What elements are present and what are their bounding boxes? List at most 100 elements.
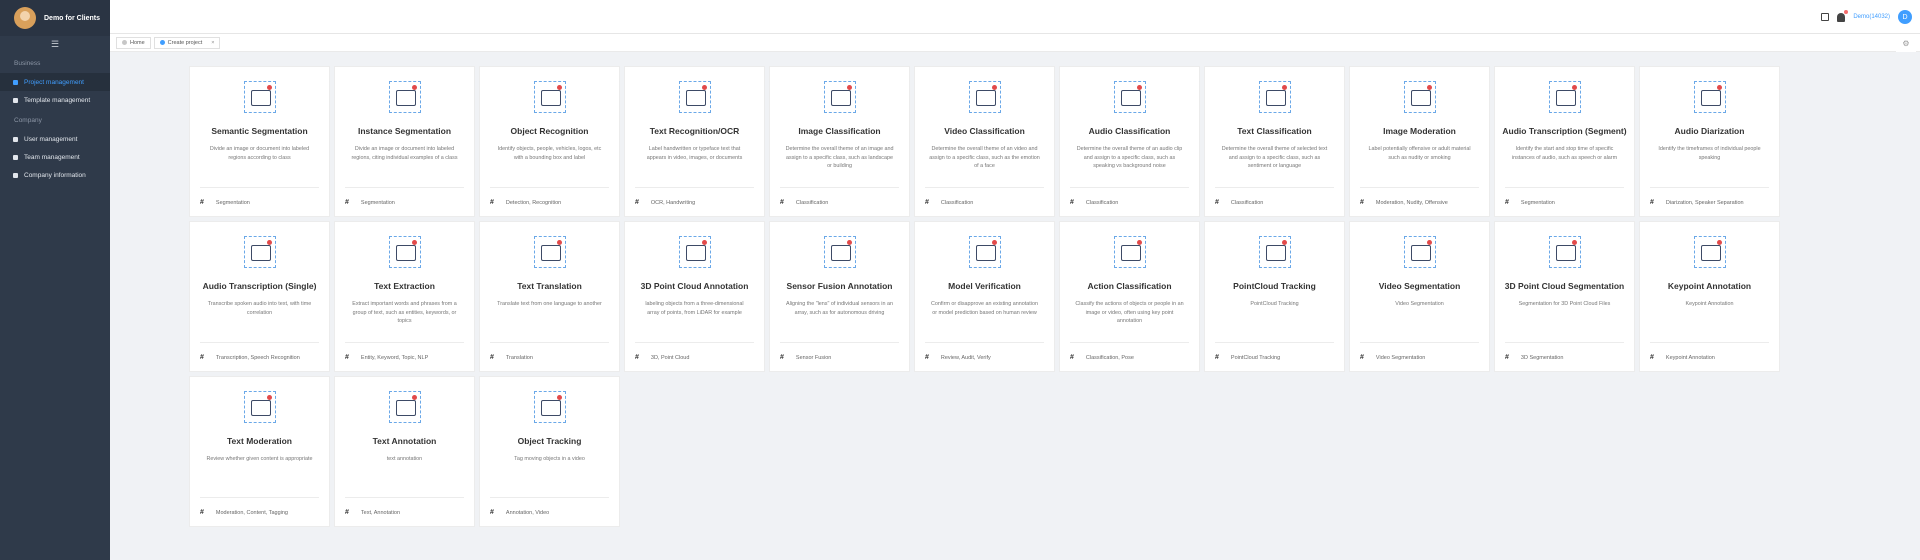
tab-home[interactable]: Home [116,36,151,49]
card-divider [1505,187,1624,188]
tab-label: Create project [167,39,203,46]
icon-glyph [1265,90,1286,106]
template-card[interactable]: Semantic Segmentation Divide an image or … [189,66,330,217]
sidebar-item-user-management[interactable]: User management [0,130,110,148]
icon-accent [1136,85,1142,90]
hash-icon: # [345,354,349,361]
hash-icon: # [1070,199,1074,206]
template-card[interactable]: Action Classification Classify the action… [1059,221,1200,372]
close-icon[interactable]: × [211,40,214,46]
icon-glyph [395,90,416,106]
video-segmentation-icon [1403,236,1436,268]
icon-accent [266,240,272,245]
card-tag: Entity, Keyword, Topic, NLP [360,354,429,361]
template-card[interactable]: Audio Classification Determine the overal… [1059,66,1200,217]
icon-glyph [540,90,561,106]
username-menu[interactable]: Demo(14032) [1853,14,1890,20]
object-recognition-icon [533,81,566,113]
template-card[interactable]: Text Moderation Review whether given cont… [189,376,330,527]
card-tag: Video Segmentation [1375,354,1426,361]
template-card[interactable]: Object Recognition Identify objects, peop… [479,66,620,217]
text-annotation-icon [388,391,421,423]
card-divider [490,187,609,188]
settings-gear-icon[interactable]: ⚙ [1896,34,1916,52]
template-card[interactable]: Object Tracking Tag moving objects in a v… [479,376,620,527]
card-tag: Moderation, Nudity, Offensive [1375,199,1448,206]
template-card[interactable]: Keypoint Annotation Keypoint Annotation # K… [1639,221,1780,372]
icon-accent [556,85,562,90]
tab-status-dot [159,40,165,45]
card-tag: OCR, Handwriting [650,199,696,206]
card-description: Divide an image or document into labeled… [351,146,458,161]
icon-glyph [250,90,271,106]
icon-accent [846,85,852,90]
card-title: Text Translation [517,281,582,291]
template-card[interactable]: Audio Diarization Identify the timeframes… [1639,66,1780,217]
hash-icon: # [1070,354,1074,361]
template-card[interactable]: Sensor Fusion Annotation Aligning the "le… [769,221,910,372]
hash-icon: # [925,199,929,206]
card-tags: # Segmentation [200,199,250,206]
card-tag: Review, Audit, Verify [940,354,991,361]
template-card[interactable]: Text Translation Translate text from one … [479,221,620,372]
menu-toggle-icon[interactable]: ☰ [0,36,110,52]
template-card[interactable]: Image Moderation Label potentially offens… [1349,66,1490,217]
card-tags: # Moderation, Nudity, Offensive [1360,199,1448,206]
template-card[interactable]: Audio Transcription (Single) Transcribe s… [189,221,330,372]
template-card[interactable]: Model Verification Confirm or disapprove … [914,221,1055,372]
hash-icon: # [490,199,494,206]
sidebar-item-company-information[interactable]: Company information [0,166,110,184]
image-classification-icon [823,81,856,113]
template-card[interactable]: Audio Transcription (Segment) Identify th… [1494,66,1635,217]
template-card[interactable]: Text Recognition/OCR Label handwritten or… [624,66,765,217]
card-tags: #3D, Point Cloud [635,354,689,361]
template-card[interactable]: 3D Point Cloud Annotation labeling object… [624,221,765,372]
sidebar-item-label: Team management [24,153,80,161]
card-divider [1070,342,1189,343]
card-title: Audio Diarization [1674,126,1745,136]
card-divider [1070,187,1189,188]
card-tags: # OCR, Handwriting [635,199,695,206]
card-description: Tag moving objects in a video [514,456,585,462]
sensor-fusion-icon [823,236,856,268]
template-card[interactable]: Image Classification Determine the overal… [769,66,910,217]
icon-accent [266,85,272,90]
template-card[interactable]: Video Classification Determine the overal… [914,66,1055,217]
icon-glyph [830,90,851,106]
sidebar-item-team-management[interactable]: Team management [0,148,110,166]
card-tag: Segmentation [215,199,250,206]
brand[interactable]: Demo for Clients [0,0,110,36]
text-extraction-icon [388,236,421,268]
menu-item-icon [13,136,18,142]
card-tag: Text, Annotation [360,509,401,516]
hash-icon: # [1505,199,1509,206]
card-divider [1360,187,1479,188]
sidebar-item-template-management[interactable]: Template management [0,91,110,109]
template-card[interactable]: Instance Segmentation Divide an image or … [334,66,475,217]
hash-icon: # [490,509,494,516]
card-tag: Classification [795,199,829,206]
card-tags: # Review, Audit, Verify [925,354,991,361]
card-title: 3D Point Cloud Annotation [640,281,749,291]
card-description: Label potentially offensive or adult mat… [1368,146,1471,161]
template-card[interactable]: PointCloud Tracking PointCloud Tracking # P… [1204,221,1345,372]
card-divider [490,342,609,343]
template-card[interactable]: Text Annotation text annotation # Text, Ann… [334,376,475,527]
notification-dot [1844,9,1849,14]
card-tags: # Sensor Fusion [780,354,831,361]
card-description: Review whether given content is appropri… [206,456,313,462]
card-tag: PointCloud Tracking [1230,354,1281,361]
template-card[interactable]: 3D Point Cloud Segmentation Segmentation … [1494,221,1635,372]
tab-create-project[interactable]: Create project × [153,36,221,49]
sidebar-item-project-management[interactable]: Project management [0,73,110,91]
template-card[interactable]: Video Segmentation Video Segmentation # Vid… [1349,221,1490,372]
notification-bell-icon[interactable] [1837,9,1849,22]
template-card[interactable]: Text Extraction Extract important words a… [334,221,475,372]
card-tag: Moderation, Content, Tagging [215,509,288,516]
fullscreen-icon[interactable] [1821,13,1830,21]
avatar[interactable]: D [1898,10,1912,24]
template-card[interactable]: Text Classification Determine the overall… [1204,66,1345,217]
card-divider [200,342,319,343]
card-divider [1215,187,1334,188]
hash-icon: # [345,509,349,516]
